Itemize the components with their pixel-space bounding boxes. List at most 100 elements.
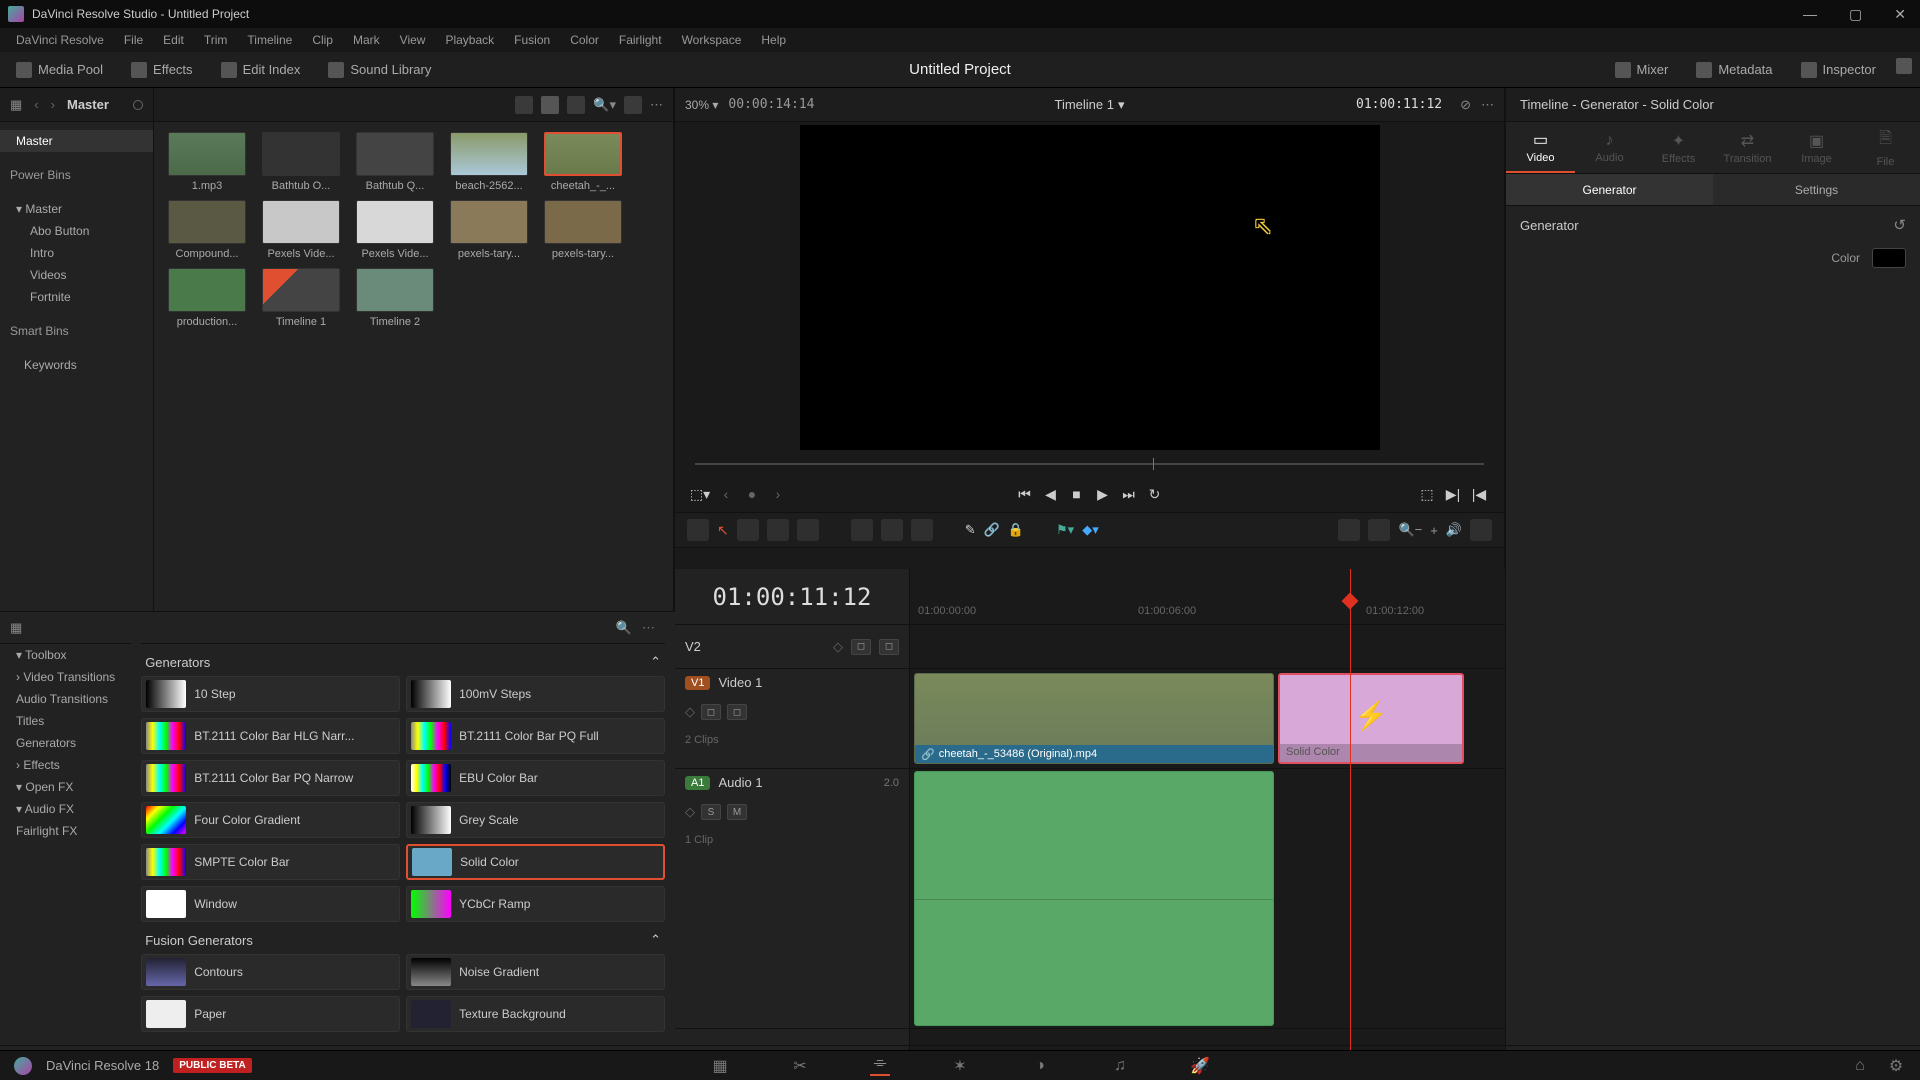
menu-item[interactable]: Playback <box>437 31 502 49</box>
breadcrumb-name[interactable]: Master <box>67 97 109 112</box>
fx-item[interactable]: Four Color Gradient <box>141 802 400 838</box>
inspector-tab-video[interactable]: ▭Video <box>1506 122 1575 173</box>
viewer-timecode[interactable]: 01:00:11:12 <box>1356 97 1442 112</box>
clip-item[interactable]: Pexels Vide... <box>352 200 438 260</box>
favorite-dot-icon[interactable] <box>133 100 143 110</box>
menu-item[interactable]: Edit <box>155 31 192 49</box>
fx-item[interactable]: Paper <box>141 996 400 1032</box>
clip-audio[interactable] <box>914 771 1274 1026</box>
track-header-v1[interactable]: V1 Video 1 ◇ ◻ ◻ 2 Clips <box>675 669 909 769</box>
clip-item[interactable]: pexels-tary... <box>540 200 626 260</box>
marker-icon[interactable]: ◆▾ <box>1082 522 1099 538</box>
layout-icon[interactable]: ▦ <box>10 97 22 113</box>
menu-item[interactable]: DaVinci Resolve <box>8 31 112 49</box>
more-icon[interactable]: ⋯ <box>1481 97 1494 113</box>
tab-mixer[interactable]: Mixer <box>1607 58 1677 82</box>
clip-item[interactable]: 1.mp3 <box>164 132 250 192</box>
fullscreen-icon[interactable] <box>1896 58 1912 74</box>
clip-item[interactable]: production... <box>164 268 250 328</box>
fx-tree-item[interactable]: › Effects <box>0 754 131 776</box>
page-media-icon[interactable]: ▦ <box>710 1056 730 1076</box>
page-color-icon[interactable]: ◑ <box>1030 1056 1050 1076</box>
customize-icon[interactable] <box>1470 519 1492 541</box>
search-icon[interactable]: 🔍▾ <box>593 97 616 113</box>
minimize-button[interactable]: — <box>1797 6 1823 23</box>
razor-icon[interactable] <box>797 519 819 541</box>
menu-item[interactable]: Clip <box>304 31 341 49</box>
fx-item[interactable]: Texture Background <box>406 996 665 1032</box>
menu-item[interactable]: Trim <box>196 31 236 49</box>
auto-select-icon[interactable]: ◇ <box>833 639 843 655</box>
match-frame-icon[interactable]: ⬚▾ <box>691 485 709 503</box>
clip-dot-icon[interactable]: ● <box>743 485 761 503</box>
layout-icon[interactable]: ▦ <box>10 620 22 636</box>
dynamic-trim-icon[interactable] <box>767 519 789 541</box>
lock-icon[interactable]: 🔒 <box>1008 522 1024 538</box>
bypass-icon[interactable]: ⊘ <box>1460 97 1471 113</box>
nav-back-icon[interactable]: ‹ <box>34 97 38 112</box>
track-v1[interactable]: 🔗cheetah_-_53486 (Original).mp4 ⚡ Solid … <box>910 669 1505 769</box>
fx-tree-item[interactable]: › Video Transitions <box>0 666 131 688</box>
rev-play-icon[interactable]: ◀ <box>1042 485 1060 503</box>
timeline-tracks[interactable]: 01:00:00:00 01:00:06:00 01:00:12:00 🔗che… <box>910 569 1505 1050</box>
mute-btn[interactable]: M <box>727 804 747 820</box>
fx-item[interactable]: BT.2111 Color Bar HLG Narr... <box>141 718 400 754</box>
menu-item[interactable]: Help <box>753 31 794 49</box>
track-a1[interactable] <box>910 769 1505 1029</box>
clip-video[interactable]: 🔗cheetah_-_53486 (Original).mp4 <box>914 673 1274 764</box>
page-fusion-icon[interactable]: ✶ <box>950 1056 970 1076</box>
fx-item[interactable]: 10 Step <box>141 676 400 712</box>
lock-btn[interactable]: ◻ <box>851 639 871 655</box>
fx-item[interactable]: 100mV Steps <box>406 676 665 712</box>
close-button[interactable]: ✕ <box>1888 6 1912 23</box>
fx-tree-audiofx[interactable]: ▾ Audio FX <box>0 798 131 820</box>
clip-item[interactable]: beach-2562... <box>446 132 532 192</box>
clip-item[interactable]: cheetah_-_... <box>540 132 626 192</box>
zoom-fit-icon[interactable] <box>1338 519 1360 541</box>
timeline-timecode[interactable]: 01:00:11:12 <box>675 569 909 625</box>
fx-item[interactable]: Grey Scale <box>406 802 665 838</box>
tab-edit-index[interactable]: Edit Index <box>213 58 309 82</box>
page-edit-icon[interactable]: ⌯ <box>870 1056 890 1076</box>
menu-item[interactable]: Mark <box>345 31 388 49</box>
lock-btn[interactable]: ◻ <box>701 704 721 720</box>
menu-item[interactable]: Workspace <box>674 31 750 49</box>
selection-tool-icon[interactable]: ↖ <box>717 522 729 539</box>
search-icon[interactable]: 🔍 <box>616 620 632 636</box>
subtab-generator[interactable]: Generator <box>1506 174 1713 205</box>
page-cut-icon[interactable]: ✂ <box>790 1056 810 1076</box>
menu-item[interactable]: Fairlight <box>611 31 670 49</box>
timeline-name[interactable]: Timeline 1 ▾ <box>1054 97 1124 113</box>
fx-tree-openfx[interactable]: ▾ Open FX <box>0 776 131 798</box>
play-icon[interactable]: ▶ <box>1094 485 1112 503</box>
gear-icon[interactable]: ⚙ <box>1886 1056 1906 1076</box>
loop-icon[interactable]: ↻ <box>1146 485 1164 503</box>
track-header-a1[interactable]: A1 Audio 1 2.0 ◇ S M 1 Clip <box>675 769 909 1029</box>
retime-icon[interactable]: ✎ <box>965 522 976 538</box>
menu-item[interactable]: Fusion <box>506 31 558 49</box>
clip-item[interactable]: Pexels Vide... <box>258 200 344 260</box>
auto-select-icon[interactable]: ◇ <box>685 704 695 720</box>
fx-item-solid-color[interactable]: Solid Color <box>406 844 665 880</box>
overwrite-icon[interactable]: ⬚ <box>1418 485 1436 503</box>
fx-item[interactable]: Noise Gradient <box>406 954 665 990</box>
fx-item[interactable]: EBU Color Bar <box>406 760 665 796</box>
view-list-icon[interactable] <box>567 96 585 114</box>
fx-tree-item[interactable]: Audio Transitions <box>0 688 131 710</box>
timeline-ruler[interactable]: 01:00:00:00 01:00:06:00 01:00:12:00 <box>910 569 1505 625</box>
go-prev-icon[interactable]: |◀ <box>1470 485 1488 503</box>
fx-tree-generators[interactable]: Generators <box>0 732 131 754</box>
maximize-button[interactable]: ▢ <box>1843 6 1868 23</box>
solo-btn[interactable]: S <box>701 804 721 820</box>
page-fairlight-icon[interactable]: ♫ <box>1110 1056 1130 1076</box>
nav-fwd-icon[interactable]: › <box>51 97 55 112</box>
tab-inspector[interactable]: Inspector <box>1793 58 1884 82</box>
view-thumb-icon[interactable] <box>541 96 559 114</box>
fx-item[interactable]: Window <box>141 886 400 922</box>
menu-item[interactable]: View <box>392 31 434 49</box>
track-dest[interactable]: V1 <box>685 676 710 690</box>
fx-category-header[interactable]: Fusion Generators⌃ <box>141 922 665 954</box>
prev-edit-icon[interactable]: ‹ <box>717 485 735 503</box>
viewer-canvas[interactable] <box>675 122 1504 452</box>
sort-icon[interactable] <box>624 96 642 114</box>
